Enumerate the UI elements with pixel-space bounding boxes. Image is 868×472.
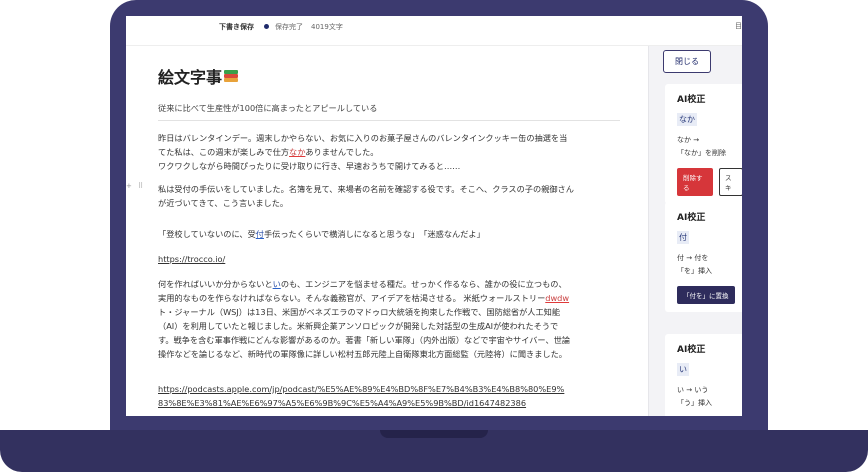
text-line: てた私は、この週末が楽しみで仕方なかありませんでした。 bbox=[158, 145, 628, 159]
page-title[interactable]: 絵文字事 bbox=[158, 64, 239, 88]
editor-area[interactable]: 絵文字事 従来に比べて生産性が100倍に高まったとアピールしている 昨日はバレン… bbox=[126, 46, 648, 416]
panel-toggle-icon[interactable]: 目 bbox=[735, 21, 742, 31]
drag-handle-icon[interactable]: ⠿ bbox=[138, 182, 143, 190]
proofread-mark[interactable]: なか bbox=[289, 147, 305, 157]
text-line: 私は受付の手伝いをしていました。名簿を見て、来場者の名前を確認する役です。そこへ… bbox=[158, 184, 574, 194]
books-emoji-icon bbox=[224, 69, 239, 83]
ai-proofread-panel: 閉じる AI校正 なか なか → 「なか」を削除 削除する スキ AI校正 付 … bbox=[648, 46, 742, 416]
save-status-text: 保存完了 bbox=[275, 23, 303, 31]
suggestion-detail: 「なか」を削除 bbox=[677, 149, 726, 157]
text-segment: てた私は、この週末が楽しみで仕方 bbox=[158, 147, 290, 157]
subtitle[interactable]: 従来に比べて生産性が100倍に高まったとアピールしている bbox=[158, 102, 377, 114]
delete-button[interactable]: 削除する bbox=[677, 168, 713, 196]
paragraph-4[interactable]: 何を作ればいいか分からないといのも、エンジニアを悩ませる種だ。せっかく作るなら、… bbox=[158, 277, 628, 361]
card-title: AI校正 bbox=[677, 213, 706, 223]
app-screen: 下書き保存 保存完了 4019文字 目 絵文字事 従来に比べて生産性が100倍に… bbox=[126, 16, 742, 416]
embed-link[interactable]: 83%8E%E3%81%AE%E6%97%A5%E6%9B%9C%E5%A4%A… bbox=[158, 396, 628, 410]
text-line: 操作などを論じるなど、新時代の軍隊像に詳しい松村五郎元陸上自衛隊東北方面総監（元… bbox=[158, 349, 567, 359]
title-text: 絵文字事 bbox=[158, 68, 223, 87]
editor-topbar: 下書き保存 保存完了 4019文字 目 bbox=[126, 16, 742, 46]
suggestion-detail: 「う」挿入 bbox=[677, 399, 712, 407]
text-line: ワクワクしながら時間ぴったりに受け取りに行き、早速おうちで開けてみると…… bbox=[158, 161, 461, 171]
target-chip: い bbox=[677, 363, 689, 376]
suggestion-text: なか → bbox=[677, 136, 700, 144]
title-divider bbox=[158, 120, 620, 121]
laptop-notch bbox=[380, 430, 488, 438]
text-segment: ありませんでした。 bbox=[305, 147, 379, 157]
paragraph-3[interactable]: 「登校していないのに、受付手伝ったくらいで横消しになると思うな」 「迷惑なんだよ… bbox=[158, 227, 628, 241]
suggestion-text: 付 → 付を bbox=[677, 254, 709, 262]
text-line: す。戦争を含む軍事作戦にどんな影響があるのか。著書「新しい軍隊」（内外出版）など… bbox=[158, 335, 571, 345]
paragraph-link-1[interactable]: https://trocco.io/ bbox=[158, 252, 628, 266]
close-panel-button[interactable]: 閉じる bbox=[663, 50, 711, 73]
proofread-mark[interactable]: い bbox=[273, 279, 281, 289]
embed-link[interactable]: https://trocco.io/ bbox=[158, 252, 628, 266]
text-segment: 手伝ったくらいで横消しになると思うな」 「迷惑なんだよ」 bbox=[263, 229, 485, 239]
suggestion-text: い → いう bbox=[677, 386, 709, 394]
skip-button[interactable]: スキ bbox=[719, 168, 742, 196]
proofread-mark[interactable]: dwdw bbox=[545, 293, 569, 303]
embed-link[interactable]: https://podcasts.apple.com/jp/podcast/%E… bbox=[158, 382, 628, 396]
proofread-mark[interactable]: 付 bbox=[256, 229, 264, 239]
text-line: 昨日はバレンタインデー。週末しかやらない、お気に入りのお菓子屋さんのバレンタイン… bbox=[158, 133, 568, 143]
text-line: （AI）を利用していたと報じました。米新興企業アンソロピックが開発した対話型の生… bbox=[158, 321, 559, 331]
target-chip: なか bbox=[677, 113, 697, 126]
text-line: が近づいてきて、こう言いました。 bbox=[158, 198, 289, 208]
suggestion-detail: 「を」挿入 bbox=[677, 267, 712, 275]
text-segment: のも、エンジニアを悩ませる種だ。せっかく作るなら、誰かの役に立つもの、 bbox=[280, 279, 567, 289]
text-segment: 「登校していないのに、受 bbox=[158, 229, 256, 239]
card-title: AI校正 bbox=[677, 345, 706, 355]
save-status-dot bbox=[264, 24, 269, 29]
save-draft-button[interactable]: 下書き保存 bbox=[219, 22, 254, 32]
paragraph-1[interactable]: 昨日はバレンタインデー。週末しかやらない、お気に入りのお菓子屋さんのバレンタイン… bbox=[158, 131, 628, 173]
text-line: 実用的なものを作らなければならない。そんな義務官が、アイデアを枯渇させる。 米紙… bbox=[158, 291, 628, 305]
card-title: AI校正 bbox=[677, 95, 706, 105]
text-segment: 何を作ればいいか分からないと bbox=[158, 279, 273, 289]
char-count: 4019文字 bbox=[311, 23, 343, 31]
proofread-card[interactable]: AI校正 い い → いう 「う」挿入 bbox=[665, 334, 742, 416]
text-line: ト・ジャーナル（WSJ）は13日、米国がベネズエラのマドゥロ大統領を拘束した作戦… bbox=[158, 307, 561, 317]
text-segment: 実用的なものを作らなければならない。そんな義務官が、アイデアを枯渇させる。 米紙… bbox=[158, 293, 546, 303]
paragraph-2[interactable]: 私は受付の手伝いをしていました。名簿を見て、来場者の名前を確認する役です。そこへ… bbox=[158, 182, 628, 210]
paragraph-link-2[interactable]: https://podcasts.apple.com/jp/podcast/%E… bbox=[158, 382, 628, 410]
proofread-card[interactable]: AI校正 付 付 → 付を 「を」挿入 「付を」に置換 bbox=[665, 202, 742, 312]
target-chip: 付 bbox=[677, 231, 689, 244]
replace-button[interactable]: 「付を」に置換 bbox=[677, 286, 735, 304]
text-line: 何を作ればいいか分からないといのも、エンジニアを悩ませる種だ。せっかく作るなら、… bbox=[158, 277, 628, 291]
add-block-icon[interactable]: + bbox=[126, 182, 132, 190]
proofread-card[interactable]: AI校正 なか なか → 「なか」を削除 削除する スキ bbox=[665, 84, 742, 204]
text-line: 「登校していないのに、受付手伝ったくらいで横消しになると思うな」 「迷惑なんだよ… bbox=[158, 227, 628, 241]
